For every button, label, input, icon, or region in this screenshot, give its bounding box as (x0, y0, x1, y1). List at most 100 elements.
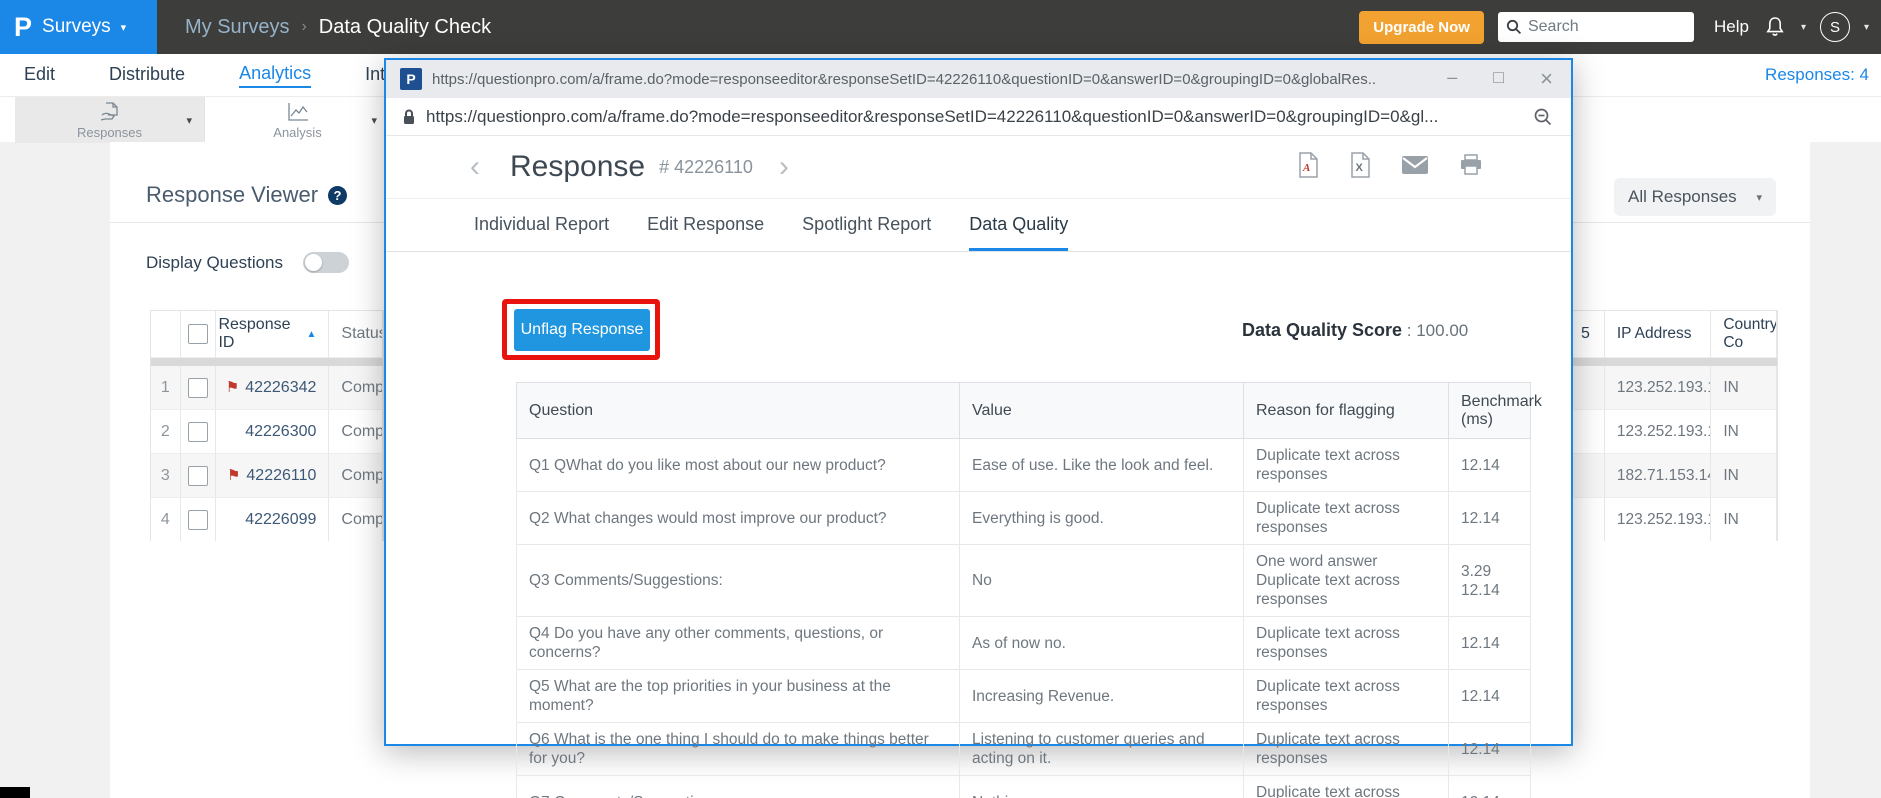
toolbar-responses-label: Responses (76, 125, 143, 140)
select-all-checkbox[interactable] (188, 324, 209, 344)
display-questions-toggle[interactable] (303, 252, 350, 273)
reason-cell: Duplicate text across responses (1243, 722, 1449, 776)
ip-address-cell: 123.252.193.148 (1604, 366, 1712, 410)
question-cell: Q6 What is the one thing I should do to … (516, 722, 960, 776)
product-switcher[interactable]: P Surveys ▾ (0, 0, 157, 54)
benchmark-cell: 12.14 (1448, 722, 1531, 776)
col5-header: 5 (1573, 311, 1605, 358)
chevron-down-icon[interactable]: ▾ (1801, 22, 1806, 33)
table-header-row: 5 IP Address Country Co (1573, 311, 1777, 358)
chevron-down-icon: ▾ (186, 115, 192, 127)
tab-edit-response[interactable]: Edit Response (647, 214, 764, 251)
topbar: P Surveys ▾ My Surveys › Data Quality Ch… (0, 0, 1881, 54)
reason-cell: Duplicate text across responses (1243, 438, 1449, 492)
zoom-out-icon[interactable] (1533, 107, 1553, 127)
tab-individual-report[interactable]: Individual Report (474, 214, 609, 251)
value-cell: Nothing. (959, 775, 1244, 798)
responses-icon (100, 102, 118, 121)
question-header: Question (516, 382, 960, 439)
toolbar-analysis-label: Analysis (273, 125, 322, 140)
col5-cell (1573, 366, 1605, 410)
response-id-header[interactable]: Response ID ▲ (216, 311, 330, 358)
dq-table-row: Q3 Comments/Suggestions: No One word answe… (516, 544, 1531, 617)
previous-response-icon[interactable]: ‹ (470, 152, 480, 182)
unflag-response-button[interactable]: Unflag Response (514, 309, 650, 351)
col5-cell (1573, 454, 1605, 498)
response-id-cell: 42226300 (216, 410, 330, 454)
response-id-link[interactable]: 42226099 (245, 511, 316, 529)
chevron-down-icon[interactable]: ▾ (1864, 22, 1869, 33)
sort-asc-icon: ▲ (306, 328, 317, 340)
minimize-button[interactable]: – (1447, 68, 1457, 90)
benchmark-cell: 12.14 (1448, 669, 1531, 723)
row-checkbox[interactable] (188, 465, 209, 486)
response-editor-modal: P https://questionpro.com/a/frame.do?mod… (384, 58, 1573, 798)
display-questions-label: Display Questions (146, 252, 284, 272)
close-button[interactable]: × (1540, 68, 1553, 90)
breadcrumb-my-surveys[interactable]: My Surveys (185, 16, 289, 39)
reason-cell: Duplicate text across responses (1243, 669, 1449, 723)
row-select-cell (181, 498, 217, 541)
print-icon[interactable] (1459, 154, 1483, 176)
country-cell: IN (1711, 366, 1777, 410)
row-select-cell (180, 366, 217, 410)
table-row: 123.252.193.148IN (1573, 366, 1777, 410)
chevron-down-icon: ▾ (120, 21, 127, 34)
response-id-cell: ⚑ 42226342 (216, 366, 330, 410)
svg-text:A: A (1302, 162, 1310, 174)
modal-tabs: Individual Report Edit Response Spotligh… (386, 198, 1571, 252)
dq-table-row: Q6 What is the one thing I should do to … (516, 722, 1531, 776)
score-value: : 100.00 (1402, 321, 1469, 340)
tab-spotlight-report[interactable]: Spotlight Report (802, 214, 931, 251)
col5-cell (1573, 498, 1605, 541)
reason-cell: Duplicate text across responses (1243, 616, 1449, 670)
question-cell: Q2 What changes would most improve our p… (516, 491, 960, 545)
breadcrumb: My Surveys › Data Quality Check (185, 16, 491, 39)
address-bar[interactable]: https://questionpro.com/a/frame.do?mode=… (386, 98, 1571, 136)
chevron-down-icon: ▾ (1756, 191, 1762, 204)
question-cell: Q7 Comments/Suggestions: (516, 775, 960, 798)
response-filter-dropdown[interactable]: All Responses ▾ (1614, 178, 1776, 216)
export-actions: A X (1297, 152, 1483, 178)
tab-distribute[interactable]: Distribute (109, 64, 185, 87)
reason-cell: Duplicate text across responses (1243, 775, 1449, 798)
tab-analytics[interactable]: Analytics (239, 63, 312, 88)
response-filter-value: All Responses (1628, 187, 1737, 206)
search-input[interactable] (1527, 18, 1678, 36)
maximize-button[interactable]: □ (1493, 68, 1504, 90)
response-id-link[interactable]: 42226110 (246, 467, 316, 485)
tab-edit[interactable]: Edit (24, 64, 55, 87)
toolbar-responses-button[interactable]: Responses ▾ (15, 97, 205, 143)
table-row: 4 42226099 Comple (151, 498, 383, 541)
toolbar-analysis-button[interactable]: Analysis ▾ (206, 97, 390, 143)
lock-icon (404, 109, 414, 124)
help-link[interactable]: Help (1714, 17, 1749, 37)
question-cell: Q5 What are the top priorities in your b… (516, 669, 960, 723)
horizontal-scrollbar[interactable] (1573, 358, 1777, 366)
row-checkbox[interactable] (188, 509, 209, 530)
question-cell: Q3 Comments/Suggestions: (516, 544, 960, 617)
notification-bell-icon[interactable] (1763, 15, 1787, 39)
search-box[interactable] (1497, 12, 1694, 42)
reason-cell: One word answer Duplicate text across res… (1243, 544, 1449, 617)
dq-table-row: Q1 QWhat do you like most about our new … (516, 438, 1531, 492)
row-checkbox[interactable] (188, 421, 209, 442)
svg-text:X: X (1356, 162, 1364, 174)
avatar[interactable]: S (1819, 12, 1850, 42)
email-icon[interactable] (1401, 155, 1429, 175)
search-icon (1506, 19, 1522, 35)
help-icon[interactable]: ? (328, 185, 348, 205)
response-id-link[interactable]: 42226300 (245, 423, 316, 441)
next-response-icon[interactable]: › (779, 152, 789, 182)
data-quality-table: Question Value Reason for flagging Bench… (516, 382, 1542, 798)
data-quality-score: Data Quality Score : 100.00 (1242, 320, 1468, 341)
export-excel-icon[interactable]: X (1349, 152, 1371, 178)
ip-address-cell: 123.252.193.148 (1605, 498, 1712, 541)
horizontal-scrollbar[interactable] (151, 358, 383, 366)
upgrade-now-button[interactable]: Upgrade Now (1359, 10, 1484, 44)
tab-data-quality[interactable]: Data Quality (969, 214, 1069, 251)
response-id-cell: 42226099 (216, 498, 330, 541)
export-pdf-icon[interactable]: A (1297, 152, 1319, 178)
response-id-link[interactable]: 42226342 (245, 379, 316, 397)
row-checkbox[interactable] (188, 377, 209, 398)
